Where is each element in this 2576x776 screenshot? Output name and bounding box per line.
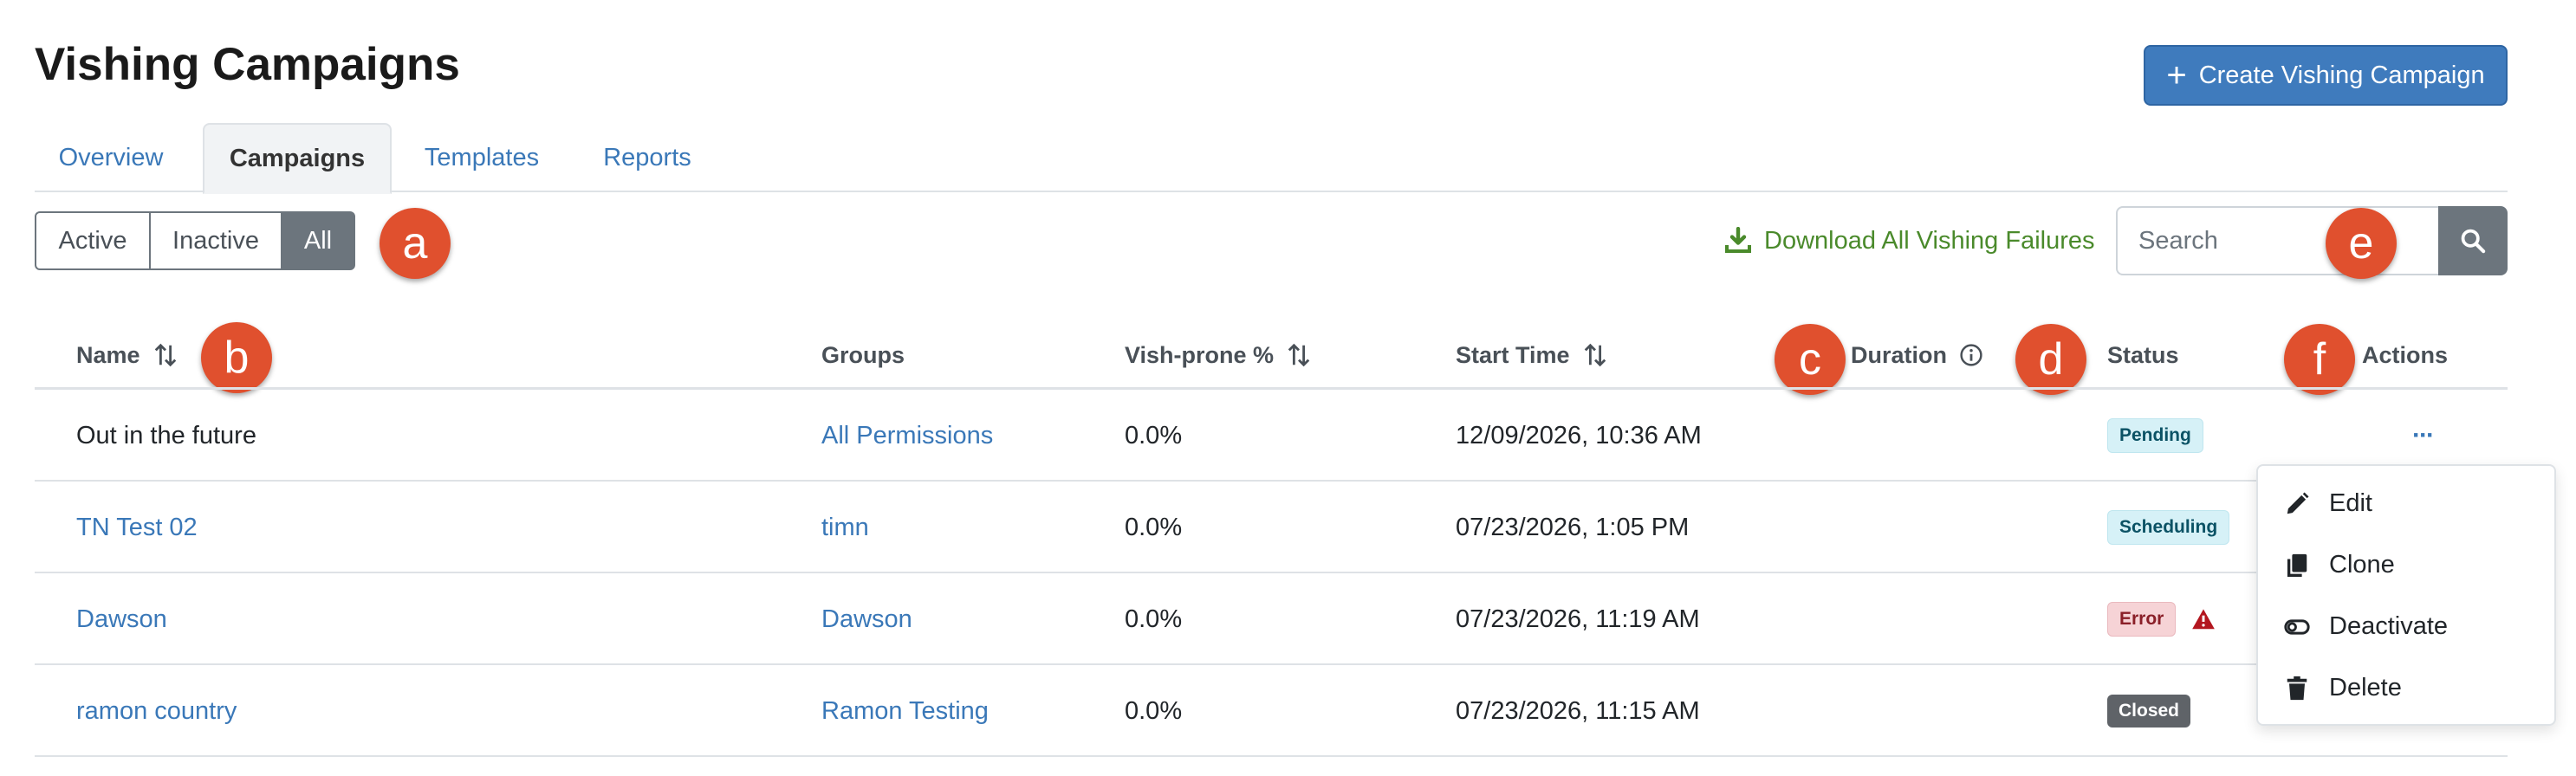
table-row: TN Test 02 timn 0.0% 07/23/2026, 1:05 PM… bbox=[35, 482, 2508, 573]
table-header: Name Groups Vish-prone % Start Time Dura… bbox=[35, 320, 2508, 390]
toggle-off-icon bbox=[2284, 618, 2310, 635]
vish-prone-value: 0.0% bbox=[1125, 696, 1183, 725]
menu-item-deactivate[interactable]: Deactivate bbox=[2258, 596, 2554, 657]
search-icon bbox=[2461, 229, 2486, 254]
column-header-status: Status bbox=[2107, 341, 2179, 368]
menu-item-edit[interactable]: Edit bbox=[2258, 473, 2554, 534]
annotation-marker-a: a bbox=[380, 208, 451, 279]
start-time-value: 07/23/2026, 11:19 AM bbox=[1456, 605, 1700, 633]
start-time-value: 07/23/2026, 1:05 PM bbox=[1456, 513, 1690, 541]
status-badge: Pending bbox=[2107, 418, 2203, 453]
sort-icon[interactable] bbox=[152, 342, 178, 368]
create-button-label: Create Vishing Campaign bbox=[2198, 61, 2485, 89]
tab-campaigns[interactable]: Campaigns bbox=[203, 123, 392, 194]
create-vishing-campaign-button[interactable]: + Create Vishing Campaign bbox=[2144, 45, 2508, 106]
tab-reports[interactable]: Reports bbox=[574, 123, 721, 192]
menu-item-delete[interactable]: Delete bbox=[2258, 657, 2554, 719]
group-link[interactable]: timn bbox=[821, 482, 869, 573]
column-header-groups: Groups bbox=[821, 341, 905, 368]
search-button[interactable] bbox=[2438, 206, 2508, 275]
table-row: ramon country Ramon Testing 0.0% 07/23/2… bbox=[35, 665, 2508, 757]
group-link[interactable]: Ramon Testing bbox=[821, 665, 989, 757]
table-row: Out in the future All Permissions 0.0% 1… bbox=[35, 390, 2508, 482]
sort-icon[interactable] bbox=[1582, 342, 1608, 368]
page-title: Vishing Campaigns bbox=[35, 39, 460, 90]
column-header-duration: Duration bbox=[1851, 320, 1983, 390]
pencil-icon bbox=[2287, 492, 2309, 514]
annotation-marker-e: e bbox=[2326, 208, 2397, 279]
download-vishing-failures-link[interactable]: Download All Vishing Failures bbox=[1724, 223, 2095, 258]
filter-inactive-button[interactable]: Inactive bbox=[149, 211, 282, 270]
tab-overview[interactable]: Overview bbox=[35, 123, 187, 192]
vish-prone-value: 0.0% bbox=[1125, 605, 1183, 633]
download-link-label: Download All Vishing Failures bbox=[1764, 226, 2095, 255]
menu-item-clone[interactable]: Clone bbox=[2258, 534, 2554, 596]
download-icon bbox=[1725, 227, 1751, 253]
tab-templates[interactable]: Templates bbox=[395, 123, 568, 192]
table-row: Dawson Dawson 0.0% 07/23/2026, 11:19 AM … bbox=[35, 573, 2508, 665]
filter-active-button[interactable]: Active bbox=[35, 211, 151, 270]
campaign-name-link[interactable]: TN Test 02 bbox=[76, 482, 198, 573]
campaign-name-link[interactable]: ramon country bbox=[76, 665, 237, 757]
info-icon[interactable] bbox=[1959, 343, 1983, 367]
column-header-vish-prone[interactable]: Vish-prone % bbox=[1125, 320, 1312, 390]
tab-bar: Overview Campaigns Templates Reports bbox=[35, 123, 2508, 194]
campaign-name-link[interactable]: Dawson bbox=[76, 573, 167, 665]
column-header-actions: Actions bbox=[2362, 341, 2449, 368]
trash-icon bbox=[2287, 676, 2307, 700]
campaign-name: Out in the future bbox=[76, 421, 256, 449]
status-filter-group: Active Inactive All bbox=[35, 211, 355, 270]
status-badge: Error bbox=[2107, 602, 2177, 637]
column-header-start-time[interactable]: Start Time bbox=[1456, 320, 1608, 390]
status-badge: Closed bbox=[2107, 695, 2191, 728]
vish-prone-value: 0.0% bbox=[1125, 421, 1183, 449]
copy-icon bbox=[2287, 553, 2307, 577]
plus-icon: + bbox=[2166, 56, 2187, 94]
status-badge: Scheduling bbox=[2107, 510, 2230, 545]
vish-prone-value: 0.0% bbox=[1125, 513, 1183, 541]
row-actions-dropdown: Edit Clone Deactivate Delete bbox=[2256, 464, 2556, 726]
warning-icon[interactable] bbox=[2191, 608, 2216, 630]
campaigns-table: Name Groups Vish-prone % Start Time Dura… bbox=[35, 320, 2508, 757]
filter-all-button[interactable]: All bbox=[281, 211, 355, 270]
start-time-value: 07/23/2026, 11:15 AM bbox=[1456, 696, 1700, 725]
column-header-name[interactable]: Name bbox=[76, 320, 178, 390]
search-group bbox=[2116, 206, 2508, 275]
sort-icon[interactable] bbox=[1286, 342, 1312, 368]
start-time-value: 12/09/2026, 10:36 AM bbox=[1456, 421, 1702, 449]
group-link[interactable]: Dawson bbox=[821, 573, 912, 665]
group-link[interactable]: All Permissions bbox=[821, 390, 993, 482]
